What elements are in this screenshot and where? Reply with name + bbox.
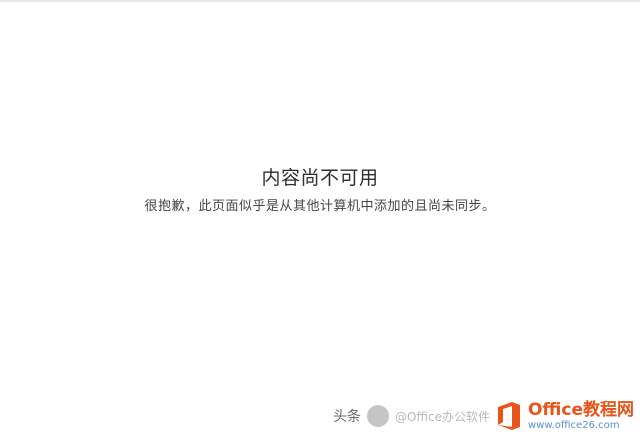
watermark-site: Office教程网 www.office26.com — [527, 399, 634, 431]
page-frame: 内容尚不可用 很抱歉，此页面似乎是从其他计算机中添加的且尚未同步。 头条 @Of… — [0, 0, 640, 442]
avatar-icon — [366, 405, 389, 427]
watermark: 头条 @Office办公软件 Office教程网 www.office26.co… — [333, 394, 634, 438]
watermark-brand: Office教程网 — [527, 399, 634, 420]
watermark-source: @Office办公软件 — [394, 409, 490, 424]
unavailable-message: 内容尚不可用 很抱歉，此页面似乎是从其他计算机中添加的且尚未同步。 — [0, 165, 640, 217]
message-title: 内容尚不可用 — [261, 167, 379, 189]
watermark-url: www.office26.com — [527, 419, 620, 431]
message-description: 很抱歉，此页面似乎是从其他计算机中添加的且尚未同步。 — [144, 199, 496, 214]
watermark-platform: 头条 — [332, 409, 361, 425]
office-logo-icon — [496, 401, 522, 431]
